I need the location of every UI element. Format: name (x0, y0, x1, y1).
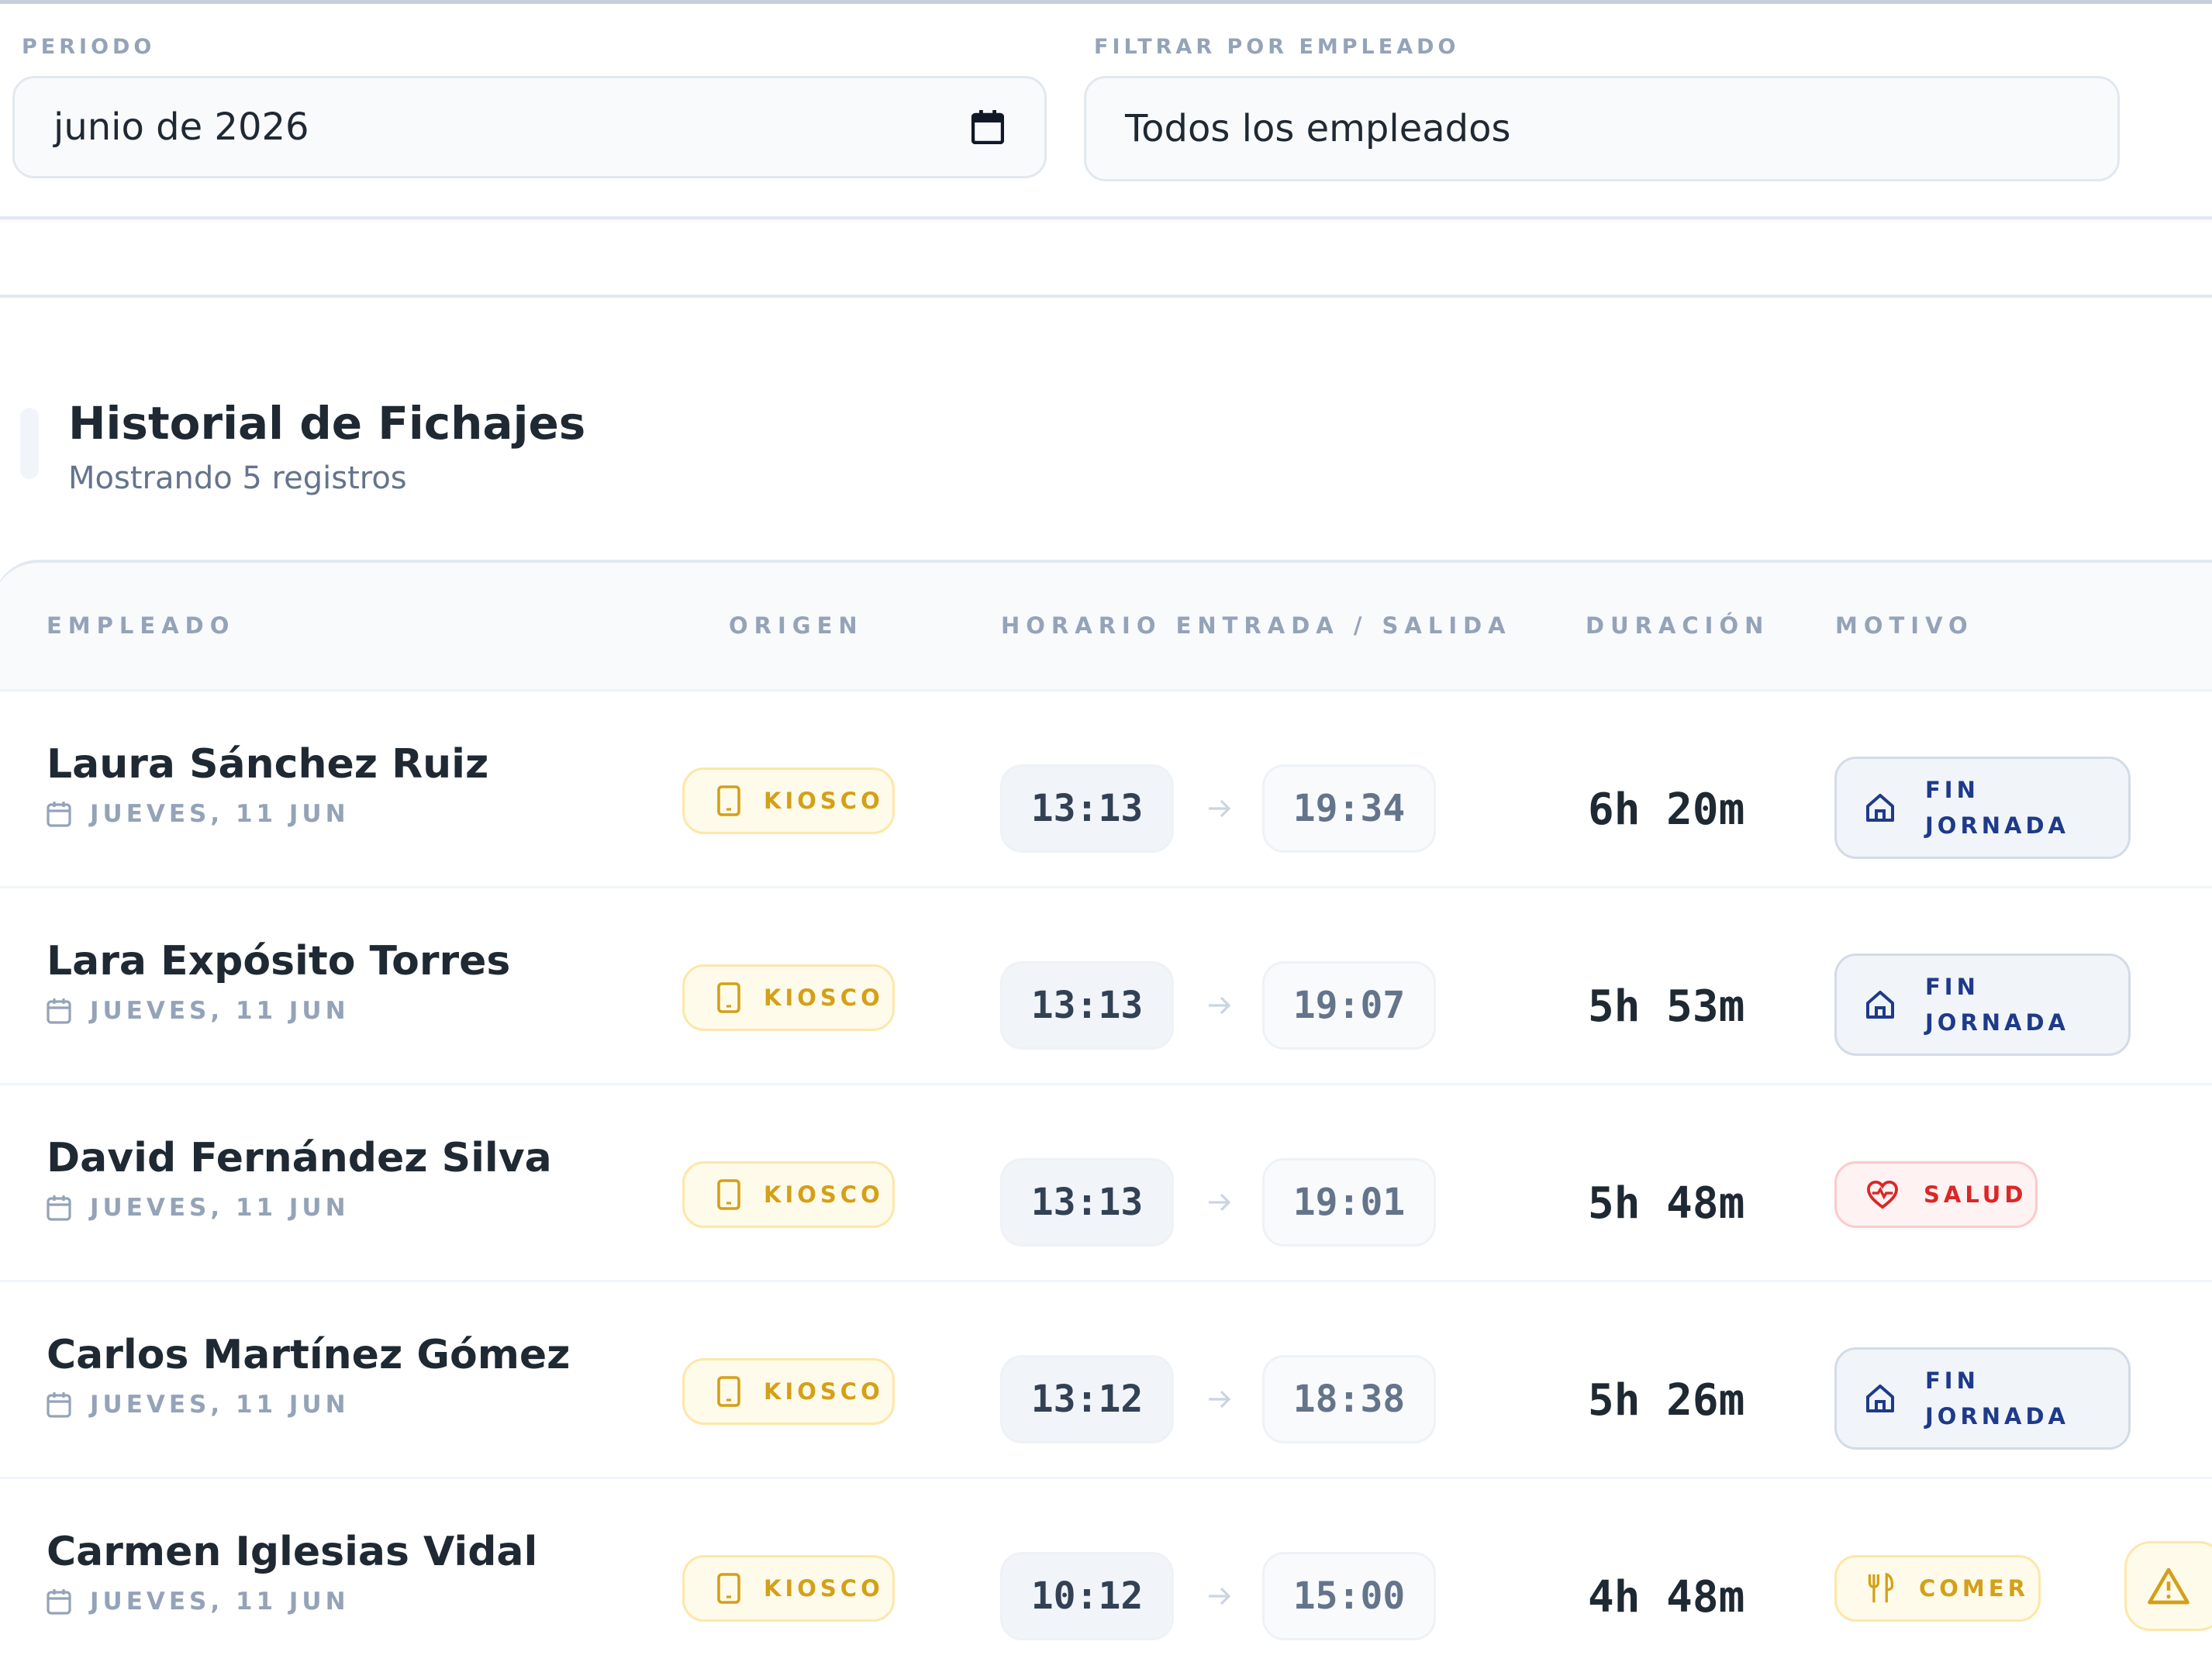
table-row[interactable]: Carmen Iglesias Vidal JUEVES, 11 JUN KIO… (0, 1479, 2212, 1676)
origen-text: KIOSCO (764, 788, 884, 814)
origen-text: KIOSCO (764, 1575, 884, 1602)
table-row[interactable]: David Fernández Silva JUEVES, 11 JUN KIO… (0, 1085, 2212, 1282)
date-text: JUEVES, 11 JUN (90, 1391, 350, 1419)
periodo-value: junio de 2026 (53, 105, 309, 149)
date-text: JUEVES, 11 JUN (90, 997, 350, 1025)
entrada-time: 13:13 (1000, 961, 1174, 1050)
table-row[interactable]: Laura Sánchez Ruiz JUEVES, 11 JUN KIOSCO… (0, 691, 2212, 888)
motivo-badge: FIN JORNADA (1834, 954, 2131, 1056)
heading-accent-bar (20, 408, 39, 479)
employee-date: JUEVES, 11 JUN (47, 995, 350, 1026)
motivo-text-line1: FIN (1925, 777, 1979, 803)
calendar-icon (47, 1589, 71, 1615)
column-header-horario: HORARIO ENTRADA / SALIDA (1001, 612, 1512, 639)
empleado-select[interactable]: Todos los empleados (1084, 76, 2120, 181)
column-header-empleado: EMPLEADO (47, 612, 236, 639)
tablet-icon (717, 1376, 740, 1407)
salida-time: 19:34 (1262, 764, 1436, 853)
origen-badge: KIOSCO (682, 1555, 895, 1622)
origen-badge: KIOSCO (682, 1161, 895, 1228)
arrow-right-icon (1209, 1587, 1231, 1605)
tablet-icon (717, 1573, 740, 1604)
employee-name: David Fernández Silva (47, 1135, 552, 1181)
calendar-icon (47, 1195, 71, 1221)
arrow-right-icon (1209, 1390, 1231, 1409)
motivo-text: SALUD (1924, 1181, 2027, 1208)
heart-pulse-icon (1867, 1180, 1898, 1209)
tablet-icon (717, 1179, 740, 1210)
duracion: 5h 53m (1588, 981, 1745, 1032)
motivo-badge: SALUD (1834, 1161, 2038, 1228)
duracion: 6h 20m (1588, 785, 1745, 835)
alert-triangle-icon (2148, 1567, 2190, 1605)
employee-date: JUEVES, 11 JUN (47, 1389, 350, 1420)
filter-panel: PERIODO junio de 2026 FILTRAR POR EMPLEA… (0, 4, 2212, 219)
calendar-icon[interactable] (971, 110, 1004, 144)
home-icon (1866, 991, 1894, 1019)
origen-text: KIOSCO (764, 1181, 884, 1208)
table-row[interactable]: Carlos Martínez Gómez JUEVES, 11 JUN KIO… (0, 1282, 2212, 1479)
arrow-right-icon (1209, 996, 1231, 1015)
duracion: 5h 26m (1588, 1375, 1745, 1426)
empleado-filter-label: FILTRAR POR EMPLEADO (1094, 35, 1460, 59)
column-header-duracion: DURACIÓN (1586, 612, 1770, 639)
duracion: 4h 48m (1588, 1572, 1745, 1623)
employee-name: Lara Expósito Torres (47, 938, 511, 985)
duracion: 5h 48m (1588, 1178, 1745, 1229)
motivo-text-line1: FIN (1925, 1367, 1979, 1394)
column-header-motivo: MOTIVO (1835, 612, 1974, 639)
entrada-time: 10:12 (1000, 1552, 1174, 1640)
record-count: Mostrando 5 registros (68, 460, 407, 496)
arrow-right-icon (1209, 1193, 1231, 1212)
origen-badge: KIOSCO (682, 964, 895, 1031)
home-icon (1866, 794, 1894, 822)
section-divider (0, 295, 2212, 298)
page-title: Historial de Fichajes (68, 397, 586, 450)
warning-button[interactable] (2124, 1541, 2212, 1631)
calendar-icon (47, 998, 71, 1024)
periodo-month-input[interactable]: junio de 2026 (12, 76, 1047, 178)
salida-time: 15:00 (1262, 1552, 1436, 1640)
employee-name: Carlos Martínez Gómez (47, 1332, 571, 1378)
motivo-text: COMER (1919, 1575, 2029, 1602)
motivo-badge: COMER (1834, 1555, 2041, 1622)
tablet-icon (717, 982, 740, 1013)
employee-date: JUEVES, 11 JUN (47, 1192, 350, 1223)
entrada-time: 13:13 (1000, 764, 1174, 853)
origen-badge: KIOSCO (682, 1358, 895, 1425)
date-text: JUEVES, 11 JUN (90, 1588, 350, 1616)
employee-date: JUEVES, 11 JUN (47, 1586, 350, 1617)
periodo-label: PERIODO (22, 35, 156, 59)
entrada-time: 13:12 (1000, 1355, 1174, 1443)
origen-text: KIOSCO (764, 1378, 884, 1405)
salida-time: 18:38 (1262, 1355, 1436, 1443)
calendar-icon (47, 802, 71, 827)
motivo-text-line2: JORNADA (1925, 812, 2070, 839)
motivo-text-line2: JORNADA (1925, 1009, 2070, 1036)
empleado-select-value: Todos los empleados (1125, 107, 1511, 150)
tablet-icon (717, 785, 740, 816)
motivo-text-line2: JORNADA (1925, 1403, 2070, 1429)
origen-badge: KIOSCO (682, 767, 895, 834)
date-text: JUEVES, 11 JUN (90, 1194, 350, 1222)
salida-time: 19:01 (1262, 1158, 1436, 1247)
home-icon (1866, 1385, 1894, 1412)
column-header-origen: ORIGEN (729, 612, 864, 639)
date-text: JUEVES, 11 JUN (90, 800, 350, 828)
employee-date: JUEVES, 11 JUN (47, 798, 350, 829)
motivo-badge: FIN JORNADA (1834, 757, 2131, 859)
arrow-right-icon (1209, 799, 1231, 818)
entrada-time: 13:13 (1000, 1158, 1174, 1247)
employee-name: Carmen Iglesias Vidal (47, 1529, 538, 1575)
origen-text: KIOSCO (764, 985, 884, 1011)
table-row[interactable]: Lara Expósito Torres JUEVES, 11 JUN KIOS… (0, 888, 2212, 1085)
employee-name: Laura Sánchez Ruiz (47, 741, 489, 788)
motivo-badge: FIN JORNADA (1834, 1347, 2131, 1450)
motivo-text-line1: FIN (1925, 974, 1979, 1000)
utensils-icon (1868, 1573, 1894, 1603)
calendar-icon (47, 1392, 71, 1418)
salida-time: 19:07 (1262, 961, 1436, 1050)
